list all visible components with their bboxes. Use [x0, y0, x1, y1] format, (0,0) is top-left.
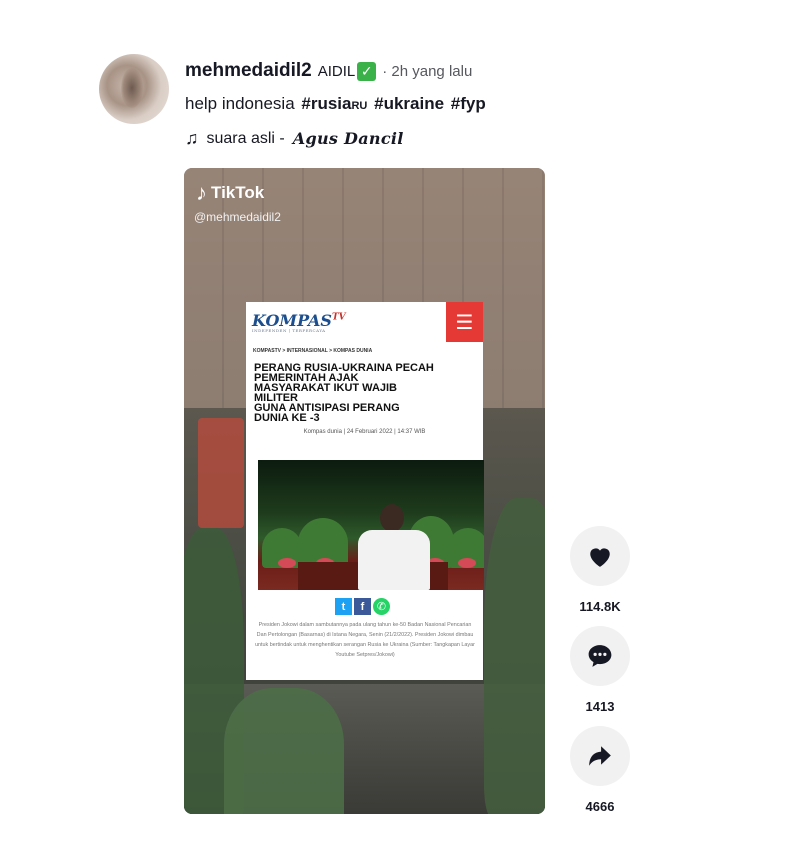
verified-check-icon: ✓: [357, 61, 377, 81]
hamburger-menu-icon: ☰: [446, 302, 483, 342]
avatar[interactable]: [99, 54, 169, 124]
photo-flower: [458, 558, 476, 568]
news-dateline: Kompas dunia | 24 Februari 2022 | 14:37 …: [303, 429, 426, 435]
comment-action: 1413: [568, 626, 632, 714]
share-icon: [589, 746, 611, 766]
video-soldier: [484, 498, 545, 814]
comment-icon: [588, 645, 612, 667]
post-caption: help indonesia #rusiaRU #ukraine #fyp: [185, 94, 486, 114]
twitter-icon: t: [335, 598, 352, 615]
kompas-brand-sup: TV: [331, 312, 346, 323]
like-action: 114.8K: [568, 526, 632, 614]
tiktok-logo-text: TikTok: [211, 183, 265, 202]
share-count: 4666: [585, 799, 615, 814]
hashtag-link-rusia[interactable]: #rusiaRU: [301, 94, 367, 113]
hashtag-link-fyp[interactable]: #fyp: [451, 94, 486, 113]
music-artist: Agus Dancil: [292, 129, 404, 148]
speaker-head: [380, 504, 404, 532]
headline-line: DUNIA KE -3: [254, 412, 320, 424]
tiktok-watermark: ♪ TikTok: [196, 180, 264, 206]
caption-text: help indonesia: [185, 94, 295, 113]
action-bar: 114.8K 1413 4666: [568, 526, 632, 826]
comment-button[interactable]: [570, 626, 630, 686]
nickname-text: AIDIL: [317, 62, 356, 80]
username-link[interactable]: mehmedaidil2: [185, 60, 312, 82]
watermark-handle: @mehmedaidil2: [194, 210, 281, 224]
music-prefix: suara asli -: [206, 129, 285, 147]
post-header: mehmedaidil2 AIDIL ✓ · 2h yang lalu: [185, 60, 472, 82]
hashtag-text: #rusia: [301, 94, 352, 113]
facebook-icon: f: [354, 598, 371, 615]
post-time: · 2h yang lalu: [382, 62, 473, 80]
whatsapp-icon: ✆: [373, 598, 390, 615]
news-header: KOMPASTV INDEPENDEN | TERPERCAYA ☰: [246, 302, 483, 342]
avatar-image: [121, 68, 143, 108]
like-count: 114.8K: [579, 599, 621, 614]
music-link[interactable]: ♫ suara asli - Agus Dancil: [185, 128, 404, 149]
nickname: AIDIL ✓: [317, 61, 377, 81]
speaker-body: [358, 530, 430, 590]
comment-count: 1413: [585, 699, 615, 714]
news-breadcrumb: KOMPASTV > INTERNASIONAL > KOMPAS DUNIA: [253, 348, 373, 354]
news-screenshot-card: KOMPASTV INDEPENDEN | TERPERCAYA ☰ KOMPA…: [246, 302, 484, 680]
heart-icon: [590, 548, 610, 567]
news-photo: [258, 460, 484, 590]
video-soldier: [224, 688, 344, 814]
news-headline: PERANG RUSIA-UKRAINA PECAH PEMERINTAH AJ…: [246, 354, 483, 424]
photo-speaker: [350, 504, 436, 590]
video-player[interactable]: ♪ TikTok @mehmedaidil2 KOMPASTV INDEPEND…: [184, 168, 545, 814]
share-action: 4666: [568, 726, 632, 814]
tiktok-logo-icon: ♪: [196, 180, 207, 205]
photo-flower: [278, 558, 296, 568]
hashtag-link-ukraine[interactable]: #ukraine: [374, 94, 444, 113]
share-button[interactable]: [570, 726, 630, 786]
kompas-logo: KOMPASTV INDEPENDEN | TERPERCAYA: [252, 311, 346, 333]
like-button[interactable]: [570, 526, 630, 586]
hashtag-suffix: RU: [351, 100, 368, 112]
news-photo-caption: Presiden Jokowi dalam sambutannya pada u…: [255, 622, 475, 658]
news-share-row: t f ✆: [335, 598, 390, 615]
video-background-flag: [198, 418, 244, 528]
music-note-icon: ♫: [185, 128, 199, 148]
